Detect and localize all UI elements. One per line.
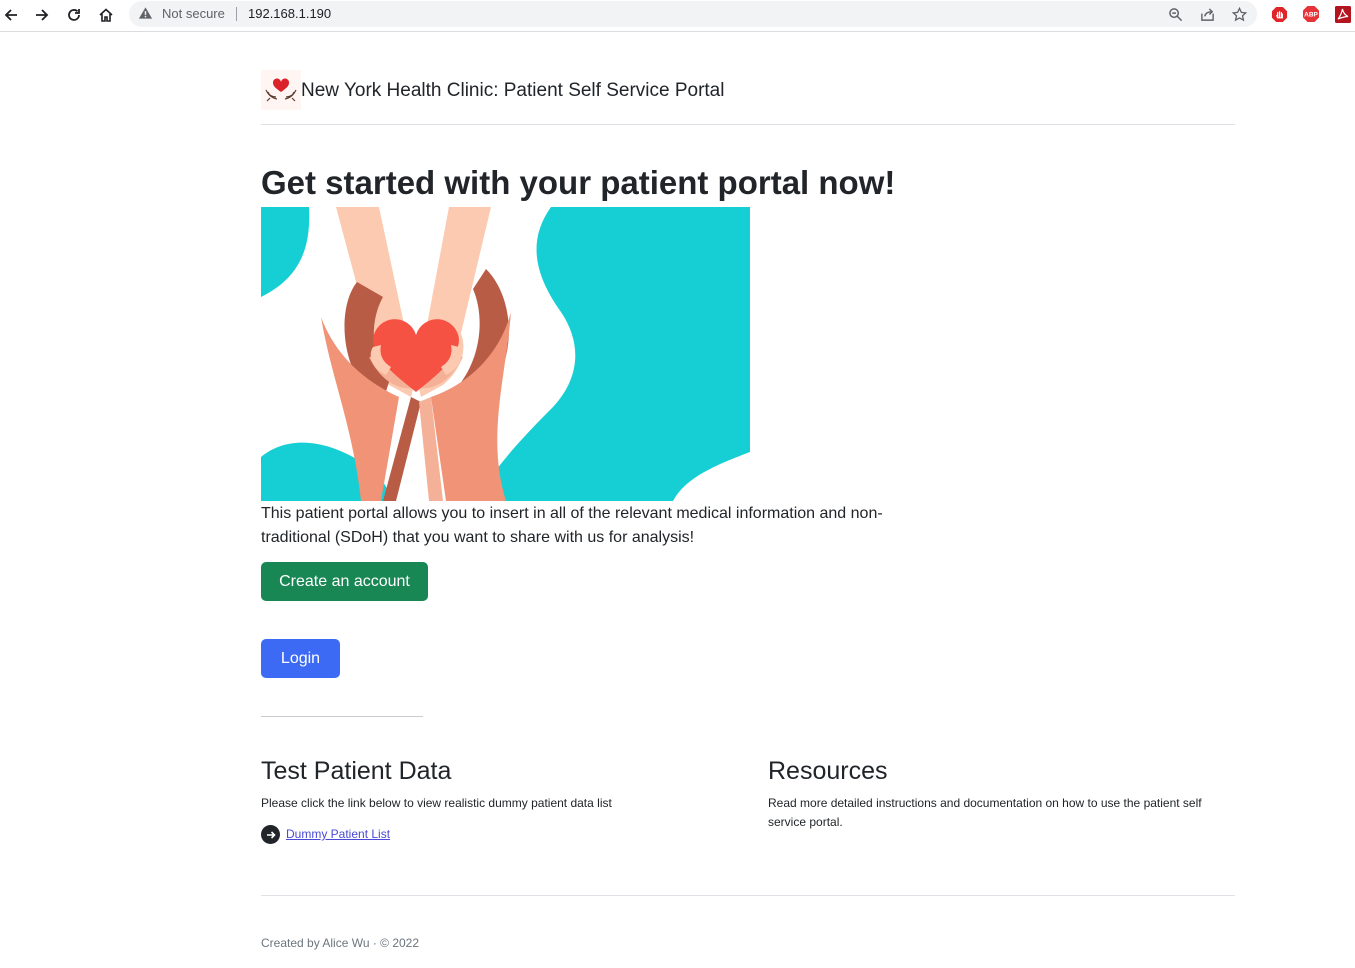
share-icon[interactable] xyxy=(1198,5,1216,23)
svg-text:ABP: ABP xyxy=(1304,12,1318,19)
login-button[interactable]: Login xyxy=(261,639,340,678)
warning-icon[interactable] xyxy=(138,6,153,25)
browser-toolbar: Not secure 192.168.1.190 ABP xyxy=(0,0,1355,32)
hands-holding-heart-illustration xyxy=(261,207,750,501)
abp-icon[interactable]: ABP xyxy=(1302,5,1320,23)
star-icon[interactable] xyxy=(1230,5,1248,23)
heart-hands-icon[interactable] xyxy=(261,70,301,110)
address-separator xyxy=(236,7,237,21)
zoom-icon[interactable] xyxy=(1166,5,1184,23)
resources-text: Read more detailed instructions and docu… xyxy=(768,796,1202,829)
site-title[interactable]: New York Health Clinic: Patient Self Ser… xyxy=(301,80,724,102)
address-bar[interactable]: Not secure 192.168.1.190 xyxy=(129,1,1257,27)
forward-arrow-icon[interactable] xyxy=(31,4,53,26)
home-icon[interactable] xyxy=(95,4,117,26)
site-header: New York Health Clinic: Patient Self Ser… xyxy=(261,70,1235,125)
footer-credit: Created by Alice Wu · © 2022 xyxy=(261,936,420,950)
pdf-icon[interactable] xyxy=(1334,5,1352,23)
url-text[interactable]: 192.168.1.190 xyxy=(248,6,331,21)
test-patient-heading: Test Patient Data xyxy=(261,757,452,785)
security-status[interactable]: Not secure xyxy=(162,6,225,21)
test-patient-text: Please click the link below to view real… xyxy=(261,796,612,810)
create-account-button[interactable]: Create an account xyxy=(261,562,428,601)
reload-icon[interactable] xyxy=(63,4,85,26)
footer-divider xyxy=(261,895,1235,896)
arrow-right-circle-icon xyxy=(261,825,280,844)
dummy-patient-list-link[interactable]: Dummy Patient List xyxy=(286,827,390,841)
resources-heading: Resources xyxy=(768,757,888,785)
section-divider xyxy=(261,716,423,717)
portal-description: This patient portal allows you to insert… xyxy=(261,505,883,546)
back-arrow-icon[interactable] xyxy=(0,4,22,26)
page-title: Get started with your patient portal now… xyxy=(261,164,896,201)
adblock-stop-icon[interactable] xyxy=(1270,5,1288,23)
